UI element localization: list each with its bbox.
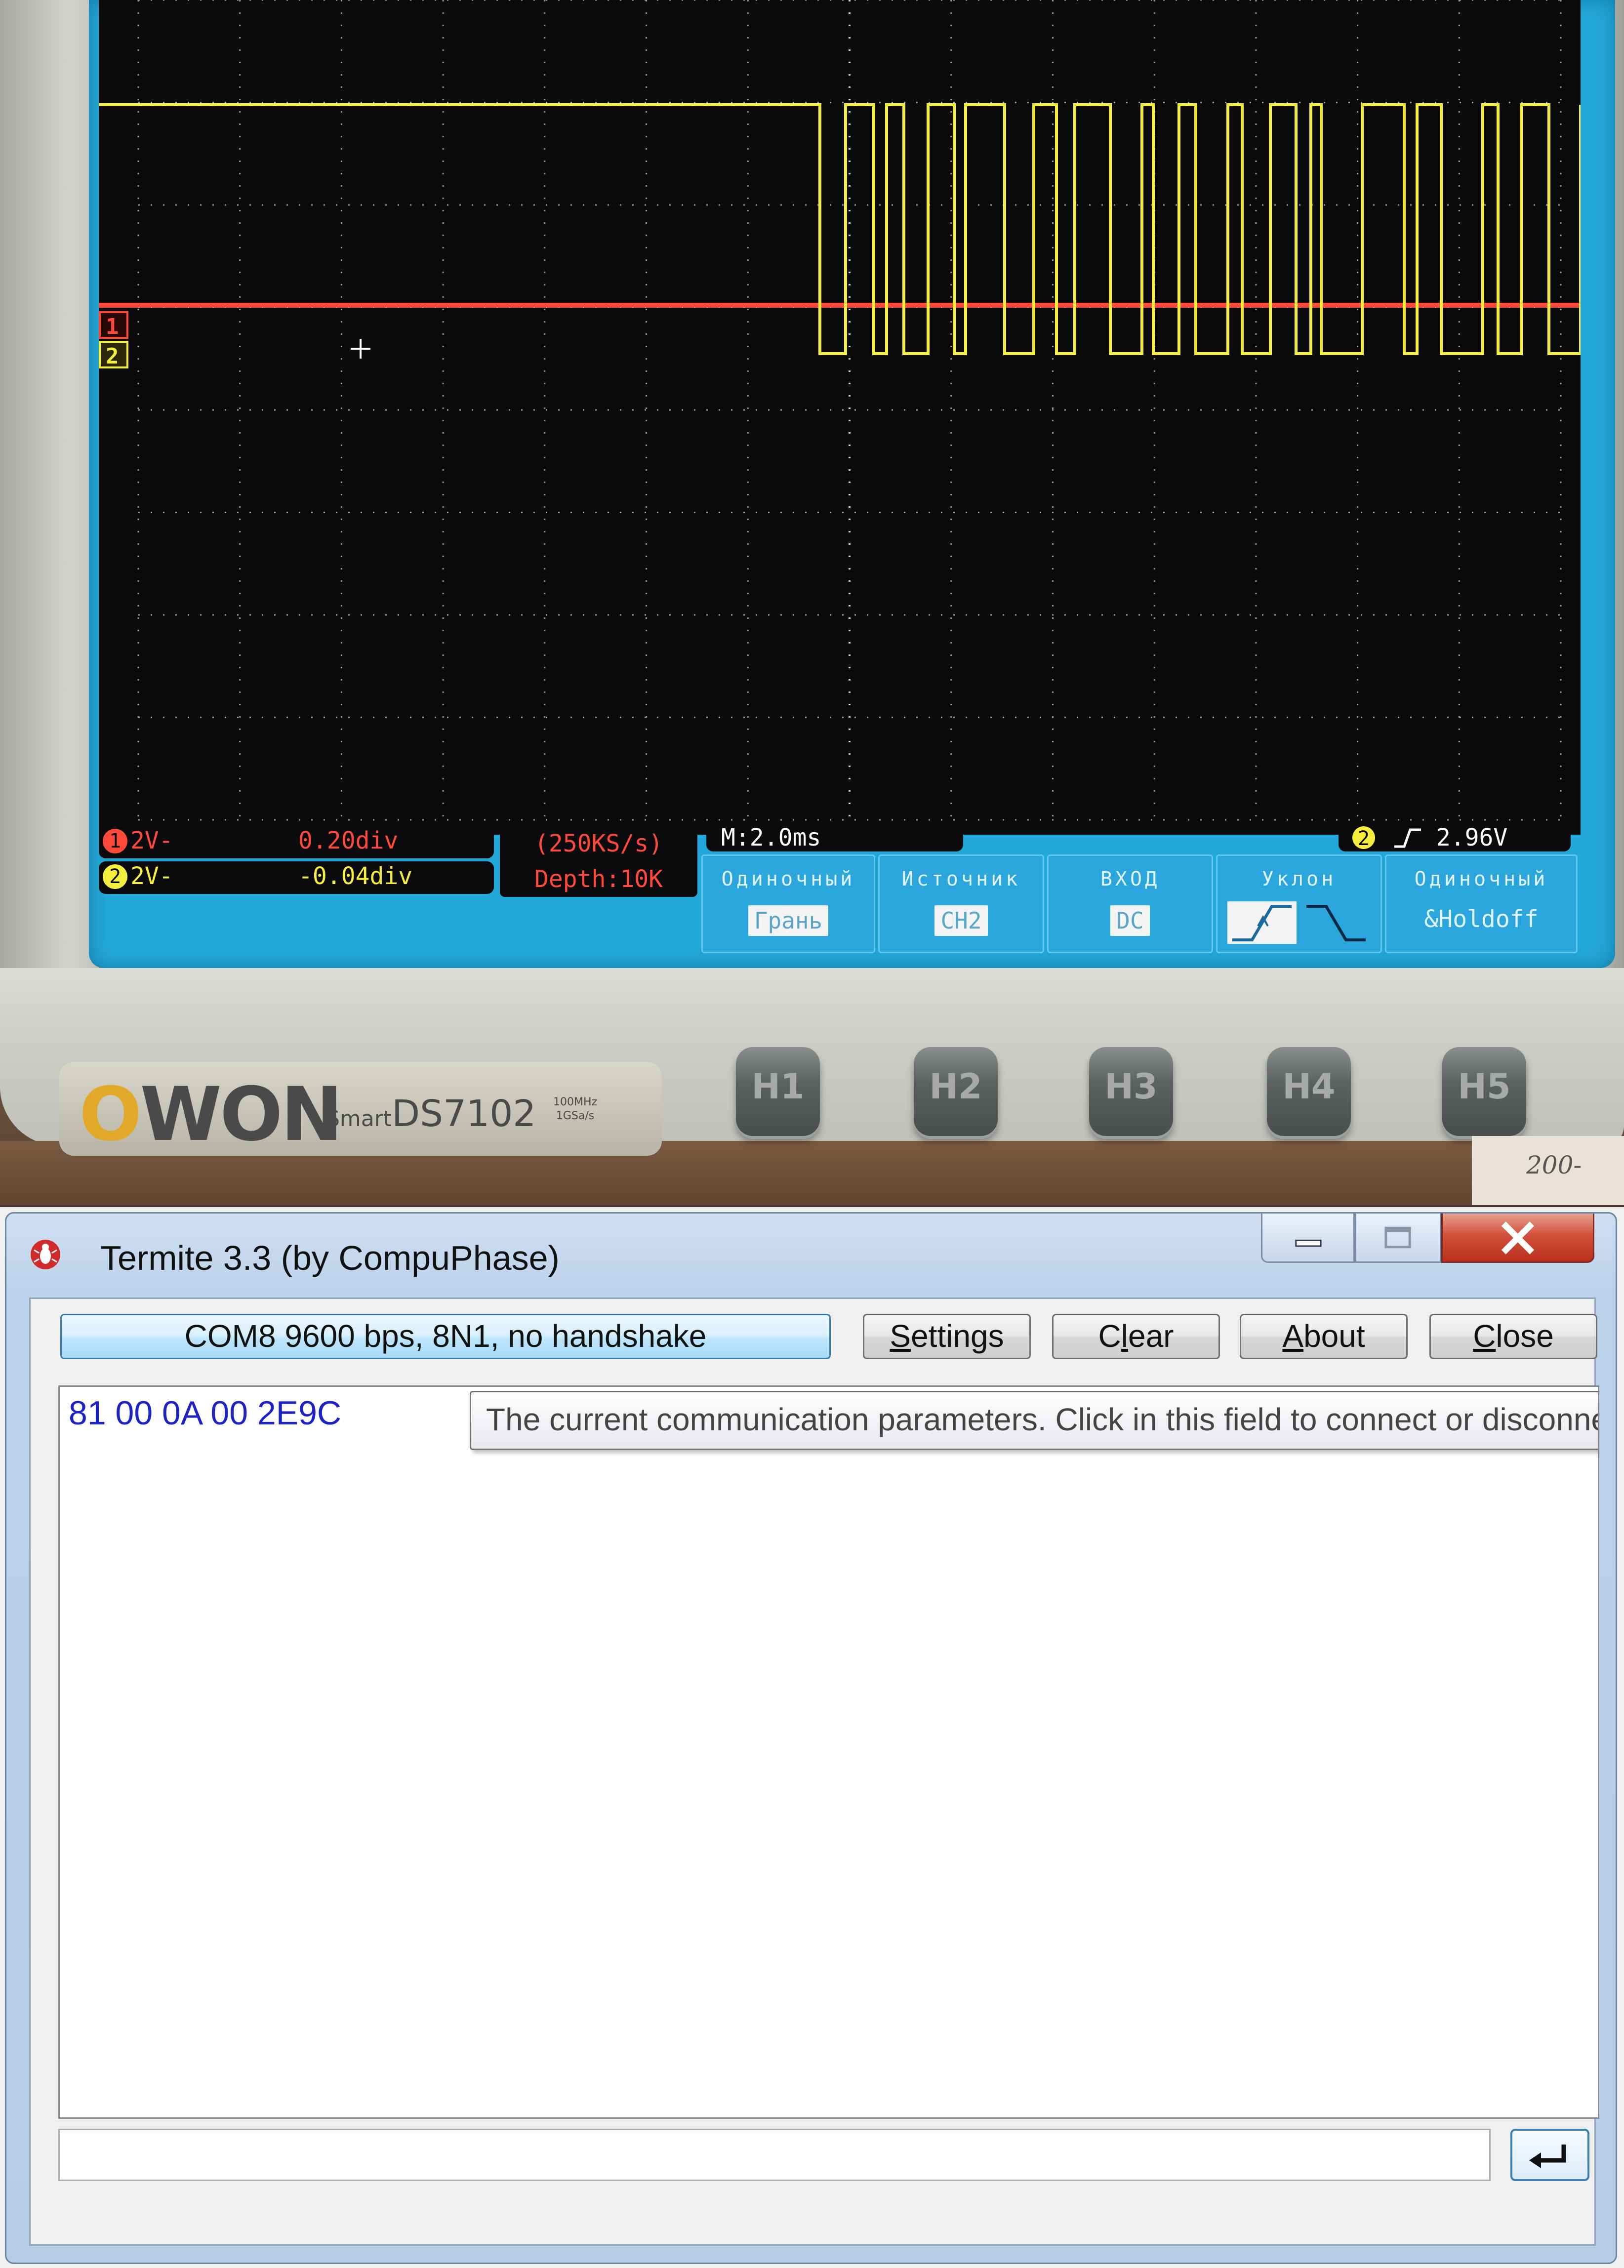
minimize-button[interactable]: [1261, 1214, 1355, 1263]
ch2-marker: 2: [99, 341, 128, 369]
minimize-icon: [1295, 1239, 1322, 1247]
comm-parameters-button[interactable]: COM8 9600 bps, 8N1, no handshake: [60, 1314, 831, 1359]
trigger-crosshair-icon: [351, 339, 370, 359]
maximize-icon: [1384, 1226, 1411, 1249]
bezel-left: [0, 0, 99, 1037]
paper-note: 200-: [1472, 1136, 1624, 1205]
menu-value: &Holdoff: [1424, 905, 1539, 933]
scope-status-bar: 1 2V- 0.20div 2 2V- -0.04div (250KS/s) Depth…: [99, 820, 1581, 958]
ch2-dot: 2: [103, 864, 127, 889]
menu-title: Одиночный: [1414, 868, 1548, 891]
brand-logo: OWON: [79, 1072, 343, 1158]
menu-title: ВХОД: [1100, 868, 1160, 891]
rising-edge-icon: [1394, 828, 1421, 848]
h3-button[interactable]: H3: [1089, 1047, 1173, 1136]
send-input[interactable]: [58, 2129, 1491, 2181]
h1-button[interactable]: H1: [736, 1047, 820, 1136]
falling-slope-icon: [1306, 905, 1366, 941]
menu-title: Уклон: [1261, 868, 1337, 891]
ch2-offset: -0.04div: [298, 862, 413, 890]
maximize-button[interactable]: [1355, 1214, 1441, 1263]
clear-label-post: ear: [1128, 1318, 1174, 1354]
spec-rate: 1GSa/s: [556, 1110, 595, 1122]
about-button[interactable]: About: [1240, 1314, 1408, 1359]
timebase: M:2.0ms: [706, 824, 963, 851]
close-label-post: lose: [1496, 1318, 1554, 1354]
menu-slope[interactable]: Уклон: [1216, 854, 1382, 953]
clear-accelerator: l: [1121, 1318, 1128, 1354]
close-button[interactable]: Close: [1429, 1314, 1597, 1359]
ch1-status: 1 2V- 0.20div: [99, 826, 494, 858]
settings-accelerator: S: [890, 1318, 911, 1354]
about-accelerator: A: [1282, 1318, 1304, 1354]
menu-title: Источник: [901, 868, 1021, 891]
trigger-channel-dot: 2: [1352, 826, 1375, 850]
acquisition-status: (250KS/s) Depth:10K: [500, 825, 697, 897]
received-data-output[interactable]: 81 00 0A 00 2E9C The current communicati…: [58, 1385, 1599, 2119]
ch1-marker: 1: [99, 311, 128, 339]
menu-source[interactable]: Источник CH2: [878, 854, 1044, 953]
title-bar[interactable]: Termite 3.3 (by CompuPhase): [6, 1214, 1616, 1278]
h5-button[interactable]: H5: [1442, 1047, 1526, 1136]
model-name: SmartDS7102: [326, 1093, 536, 1135]
send-button[interactable]: [1510, 2129, 1589, 2181]
waveform-display: [99, 103, 1581, 359]
termite-window: Termite 3.3 (by CompuPhase) COM8 9600 bp…: [0, 1207, 1624, 2268]
window-frame: Termite 3.3 (by CompuPhase) COM8 9600 bp…: [5, 1212, 1617, 2264]
memory-depth: Depth:10K: [534, 865, 663, 893]
rising-slope-icon: [1227, 901, 1297, 944]
menu-trigger-type[interactable]: Одиночный Грань: [701, 854, 875, 953]
model-spec: 100MHz 1GSa/s: [553, 1095, 597, 1123]
send-row: [58, 2129, 1599, 2183]
client-area: COM8 9600 bps, 8N1, no handshake Setting…: [29, 1297, 1599, 2246]
spec-bandwidth: 100MHz: [553, 1096, 598, 1108]
ch2-status: 2 2V- -0.04div: [99, 861, 494, 894]
comm-parameters-tooltip: The current communication parameters. Cl…: [470, 1391, 1598, 1450]
sample-rate: (250KS/s): [534, 830, 663, 857]
window-close-button[interactable]: [1441, 1214, 1594, 1263]
ch2-scale: 2V-: [130, 862, 173, 890]
oscilloscope-photo: 1 2 1 2V- 0.20div 2 2V- -0.04div (250KS/s) D…: [0, 0, 1624, 1205]
termite-app-icon: [31, 1240, 60, 1269]
menu-value: DC: [1110, 905, 1150, 936]
close-accelerator: C: [1473, 1318, 1496, 1354]
menu-title: Одиночный: [721, 868, 855, 891]
menu-value: CH2: [934, 905, 988, 936]
enter-icon: [1529, 2145, 1566, 2168]
model-number: DS7102: [392, 1093, 536, 1135]
settings-label-post: ettings: [911, 1318, 1004, 1354]
window-title: Termite 3.3 (by CompuPhase): [100, 1239, 560, 1277]
window-controls: [1261, 1214, 1602, 1269]
brand-plate: OWON SmartDS7102 100MHz 1GSa/s: [59, 1062, 662, 1158]
model-prefix: Smart: [326, 1106, 392, 1132]
trigger-status: 2 2.96V: [1339, 824, 1571, 851]
trigger-level: 2.96V: [1436, 824, 1508, 851]
settings-button[interactable]: Settings: [863, 1314, 1031, 1359]
about-label-post: bout: [1303, 1318, 1365, 1354]
output-line: 81 00 0A 00 2E9C: [69, 1394, 342, 1432]
menu-holdoff[interactable]: Одиночный &Holdoff: [1385, 854, 1578, 953]
menu-value: Грань: [748, 905, 829, 936]
ch1-offset: 0.20div: [298, 827, 399, 854]
ch2-trace: [99, 103, 1581, 355]
scope-screen: 1 2: [99, 0, 1581, 835]
clear-label-pre: C: [1098, 1318, 1121, 1354]
ch1-dot: 1: [103, 829, 127, 853]
close-icon: [1501, 1221, 1535, 1255]
h4-button[interactable]: H4: [1267, 1047, 1351, 1136]
clear-button[interactable]: Clear: [1052, 1314, 1220, 1359]
menu-coupling[interactable]: ВХОД DC: [1047, 854, 1213, 953]
h2-button[interactable]: H2: [914, 1047, 998, 1136]
ch1-scale: 2V-: [130, 827, 173, 854]
